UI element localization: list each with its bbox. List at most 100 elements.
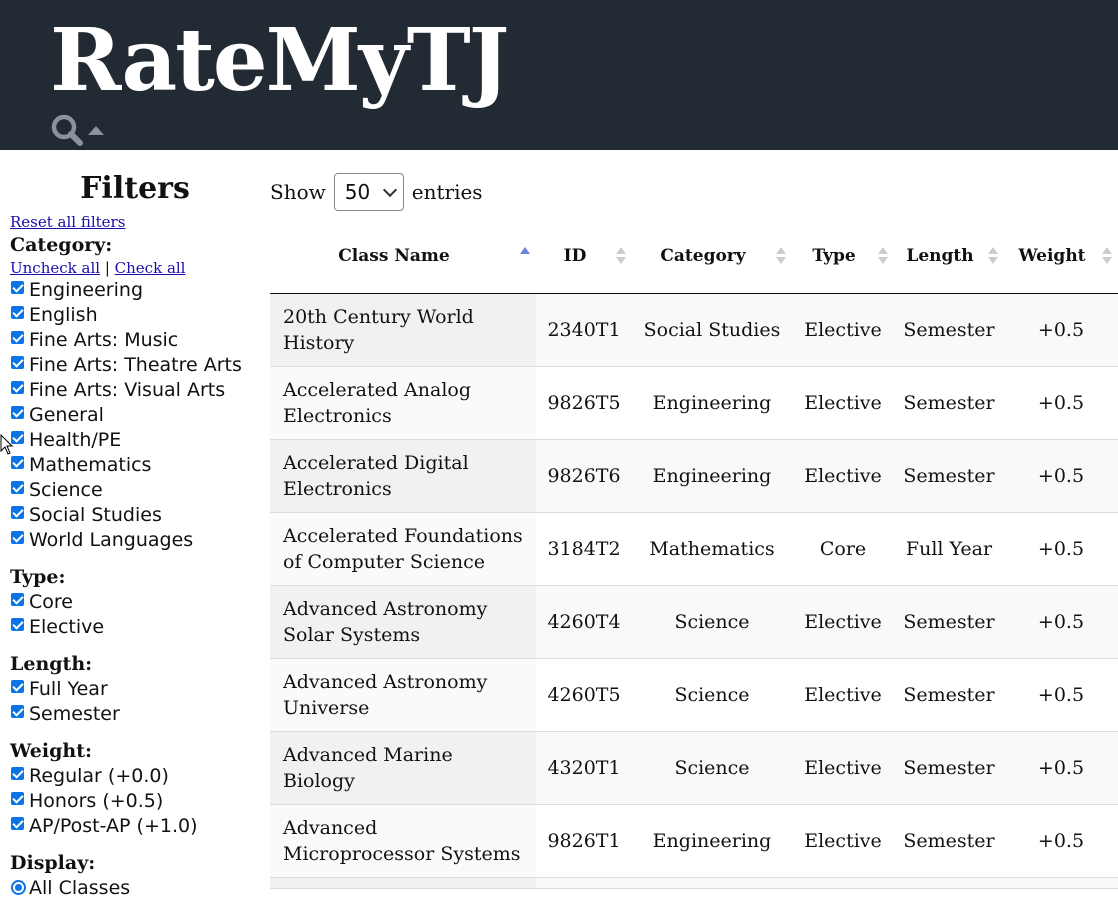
class-name-cell[interactable]: Accelerated Foundations of Computer Scie… bbox=[270, 512, 536, 586]
checkbox-checked-icon[interactable] bbox=[11, 381, 24, 394]
radio-selected-icon[interactable] bbox=[11, 880, 26, 895]
checkbox-checked-icon[interactable] bbox=[11, 618, 24, 631]
category-cell: Science bbox=[632, 658, 792, 732]
category-cell: Engineering bbox=[632, 439, 792, 513]
checkbox-checked-icon[interactable] bbox=[11, 281, 24, 294]
reset-filters-link[interactable]: Reset all filters bbox=[10, 213, 260, 232]
class-name-cell[interactable]: Advanced Astronomy Solar Systems bbox=[270, 585, 536, 659]
table-row[interactable]: Accelerated Digital Electronics 9826T6 E… bbox=[270, 439, 1118, 513]
column-header-id[interactable]: ID bbox=[536, 219, 632, 294]
weight-checkbox[interactable]: AP/Post-AP (+1.0) bbox=[10, 814, 260, 839]
type-cell: Elective bbox=[792, 366, 894, 440]
category-cell: Science bbox=[632, 731, 792, 805]
table-row[interactable]: Advanced Microprocessor Systems 9826T1 E… bbox=[270, 804, 1118, 878]
weight-checkbox[interactable]: Regular (+0.0) bbox=[10, 764, 260, 789]
link-separator: | bbox=[104, 259, 110, 277]
type-cell: Elective bbox=[792, 439, 894, 513]
column-header-type[interactable]: Type bbox=[792, 219, 894, 294]
table-row[interactable]: Advanced Astronomy Solar Systems 4260T4 … bbox=[270, 585, 1118, 659]
display-radio[interactable]: All Classes bbox=[10, 876, 260, 901]
checkbox-checked-icon[interactable] bbox=[11, 593, 24, 606]
checkbox-checked-icon[interactable] bbox=[11, 406, 24, 419]
class-name-cell[interactable]: Advanced Microprocessor Systems bbox=[270, 804, 536, 878]
weight-cell: +0.5 bbox=[1004, 512, 1118, 586]
type-cell: Elective bbox=[792, 731, 894, 805]
category-checkbox[interactable]: English bbox=[10, 303, 260, 328]
search-toggle[interactable] bbox=[49, 113, 109, 147]
column-header-weight[interactable]: Weight bbox=[1004, 219, 1118, 294]
category-checkbox[interactable]: Fine Arts: Theatre Arts bbox=[10, 353, 260, 378]
checkbox-checked-icon[interactable] bbox=[11, 456, 24, 469]
check-all-link[interactable]: Check all bbox=[115, 259, 186, 277]
mouse-pointer-icon bbox=[0, 434, 14, 455]
class-name-cell[interactable]: Advanced Marine Biology bbox=[270, 731, 536, 805]
category-cell: Social Studies bbox=[632, 293, 792, 367]
weight-label: Weight: bbox=[10, 740, 92, 762]
category-checkbox[interactable]: World Languages bbox=[10, 528, 260, 553]
checkbox-checked-icon[interactable] bbox=[11, 680, 24, 693]
table-row[interactable]: Advanced Marine Biology 4320T1 Science E… bbox=[270, 731, 1118, 805]
weight-cell: +0.5 bbox=[1004, 658, 1118, 732]
category-checkbox[interactable]: General bbox=[10, 403, 260, 428]
length-checkbox[interactable]: Full Year bbox=[10, 677, 260, 702]
table-row[interactable] bbox=[270, 877, 1118, 889]
class-id-cell: 4320T1 bbox=[536, 731, 632, 805]
checkbox-checked-icon[interactable] bbox=[11, 531, 24, 544]
type-label: Type: bbox=[10, 566, 66, 588]
weight-cell: +0.5 bbox=[1004, 366, 1118, 440]
type-cell: Elective bbox=[792, 658, 894, 732]
weight-cell: +0.5 bbox=[1004, 731, 1118, 805]
column-header-class-name[interactable]: Class Name bbox=[270, 219, 536, 294]
checkbox-checked-icon[interactable] bbox=[11, 506, 24, 519]
class-name-cell[interactable]: Accelerated Digital Electronics bbox=[270, 439, 536, 513]
class-name-cell[interactable]: Accelerated Analog Electronics bbox=[270, 366, 536, 440]
length-cell: Semester bbox=[894, 293, 1004, 367]
weight-cell: +0.5 bbox=[1004, 293, 1118, 367]
column-header-length[interactable]: Length bbox=[894, 219, 1004, 294]
class-id-cell: 2340T1 bbox=[536, 293, 632, 367]
checkbox-checked-icon[interactable] bbox=[11, 356, 24, 369]
length-label: Length: bbox=[10, 653, 93, 675]
checkbox-checked-icon[interactable] bbox=[11, 792, 24, 805]
class-id-cell: 4260T5 bbox=[536, 658, 632, 732]
length-checkbox[interactable]: Semester bbox=[10, 702, 260, 727]
category-checkbox[interactable]: Fine Arts: Visual Arts bbox=[10, 378, 260, 403]
uncheck-all-link[interactable]: Uncheck all bbox=[10, 259, 100, 277]
weight-cell: +0.5 bbox=[1004, 804, 1118, 878]
table-row[interactable]: Accelerated Foundations of Computer Scie… bbox=[270, 512, 1118, 586]
site-header: RateMyTJ bbox=[0, 0, 1118, 150]
table-row[interactable]: Advanced Astronomy Universe 4260T5 Scien… bbox=[270, 658, 1118, 732]
category-bulk-actions: Uncheck all | Check all bbox=[10, 258, 260, 278]
type-checkbox[interactable]: Elective bbox=[10, 615, 260, 640]
checkbox-checked-icon[interactable] bbox=[11, 331, 24, 344]
column-header-category[interactable]: Category bbox=[632, 219, 792, 294]
table-row[interactable]: Accelerated Analog Electronics 9826T5 En… bbox=[270, 366, 1118, 440]
site-title[interactable]: RateMyTJ bbox=[50, 13, 509, 109]
category-checkbox[interactable]: Mathematics bbox=[10, 453, 260, 478]
checkbox-checked-icon[interactable] bbox=[11, 817, 24, 830]
category-checkbox[interactable]: Fine Arts: Music bbox=[10, 328, 260, 353]
class-name-cell[interactable]: 20th Century World History bbox=[270, 293, 536, 367]
type-cell: Elective bbox=[792, 293, 894, 367]
checkbox-checked-icon[interactable] bbox=[11, 705, 24, 718]
checkbox-checked-icon[interactable] bbox=[11, 481, 24, 494]
show-label: Show bbox=[270, 180, 326, 204]
category-checkbox[interactable]: Health/PE bbox=[10, 428, 260, 453]
category-checkbox[interactable]: Social Studies bbox=[10, 503, 260, 528]
table-row[interactable]: 20th Century World History 2340T1 Social… bbox=[270, 293, 1118, 367]
weight-checkbox[interactable]: Honors (+0.5) bbox=[10, 789, 260, 814]
checkbox-checked-icon[interactable] bbox=[11, 306, 24, 319]
type-checkbox[interactable]: Core bbox=[10, 590, 260, 615]
length-cell: Semester bbox=[894, 731, 1004, 805]
class-id-cell: 9826T6 bbox=[536, 439, 632, 513]
class-id-cell: 9826T5 bbox=[536, 366, 632, 440]
category-checkbox[interactable]: Science bbox=[10, 478, 260, 503]
type-cell: Elective bbox=[792, 804, 894, 878]
page-size-select[interactable]: 50 bbox=[333, 173, 404, 211]
sort-both-icon bbox=[1102, 247, 1112, 265]
category-checkbox[interactable]: Engineering bbox=[10, 278, 260, 303]
category-label: Category: bbox=[10, 234, 113, 256]
magnifier-icon[interactable] bbox=[49, 113, 109, 147]
checkbox-checked-icon[interactable] bbox=[11, 767, 24, 780]
class-name-cell[interactable]: Advanced Astronomy Universe bbox=[270, 658, 536, 732]
